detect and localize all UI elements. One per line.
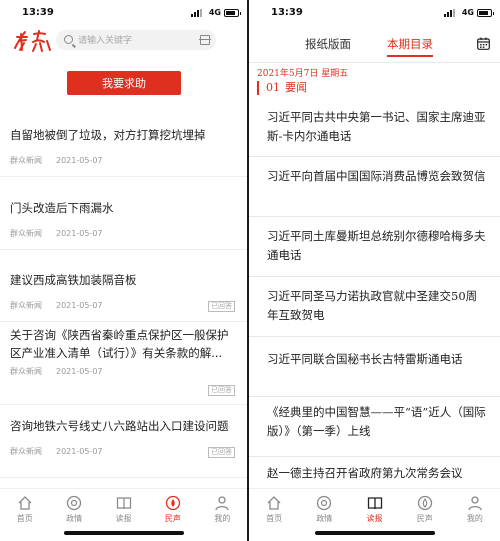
home-icon — [18, 496, 32, 510]
profile-icon — [215, 496, 229, 511]
tab-label: 首页 — [266, 514, 283, 523]
signal-icon — [191, 9, 205, 17]
battery-icon — [224, 9, 241, 17]
network-label: 4G — [461, 8, 474, 17]
issue-date: 2021年5月7日 星期五 — [257, 69, 349, 79]
news-title: 关于咨询《陕西省秦岭重点保护区一般保护区产业准入清单（试行）》有关条款的解... — [10, 328, 229, 360]
news-source: 群众新闻 — [10, 229, 42, 238]
home-indicator[interactable] — [314, 531, 435, 535]
tab-label: 民声 — [416, 514, 433, 523]
search-bar[interactable] — [56, 30, 216, 50]
search-icon — [64, 35, 73, 44]
news-title: 咨询地铁六号线丈八六路站出入口建设问题 — [10, 419, 229, 433]
news-item[interactable]: 关于咨询《陕西省秦岭重点保护区一般保护区产业准入清单（试行）》有关条款的解...… — [0, 322, 247, 405]
news-date: 2021-05-07 — [56, 156, 103, 165]
news-date: 2021-05-07 — [56, 301, 103, 310]
tab-label: 首页 — [16, 514, 33, 523]
home-icon — [267, 496, 281, 510]
news-item[interactable]: 咨询地铁六号线丈八六路站出入口建设问题 群众新闻 2021-05-07 已回答 — [0, 405, 247, 478]
section-name: 要闻 — [285, 81, 307, 94]
ask-for-help-button[interactable]: 我要求助 — [67, 71, 181, 95]
article-item[interactable]: 赵一德主持召开省政府第九次常务会议 — [249, 457, 500, 492]
article-item[interactable]: 习近平同古共中央第一书记、国家主席迪亚斯-卡内尔通电话 — [249, 97, 500, 157]
news-item[interactable]: 自留地被倒了垃圾，对方打算挖坑埋掉 群众新闻 2021-05-07 — [0, 104, 247, 177]
signal-icon — [444, 9, 458, 17]
newspaper-icon — [116, 497, 131, 510]
answered-badge: 已回答 — [208, 385, 235, 396]
article-item[interactable]: 习近平向首届中国国际消费品博览会致贺信 — [249, 157, 500, 217]
voice-icon — [165, 495, 181, 511]
article-item[interactable]: 《经典里的中国智慧——平“语”近人（国际版）》（第一季）上线 — [249, 397, 500, 457]
article-item[interactable]: 习近平同联合国秘书长古特雷斯通电话 — [249, 337, 500, 397]
news-meta: 群众新闻 2021-05-07 — [10, 366, 237, 380]
news-item[interactable]: 门头改造后下雨漏水 群众新闻 2021-05-07 — [0, 177, 247, 250]
status-bar: 13:39 4G — [0, 0, 247, 26]
tab-label: 政情 — [316, 514, 333, 523]
profile-icon — [468, 496, 482, 511]
section-number: 01 — [266, 81, 280, 94]
tab-label: 我的 — [214, 514, 231, 523]
voice-icon — [417, 495, 432, 511]
article-item[interactable]: 习近平同圣马力诺执政官就中圣建交50周年互致贺电 — [249, 277, 500, 337]
news-meta: 群众新闻 2021-05-07 — [10, 155, 237, 169]
search-input[interactable] — [78, 32, 188, 48]
news-source: 群众新闻 — [10, 301, 42, 310]
tab-label: 我的 — [466, 514, 483, 523]
tab-issue-contents[interactable]: 本期目录 — [387, 36, 433, 57]
network-label: 4G — [208, 8, 221, 17]
article-item[interactable]: 习近平同土库曼斯坦总统别尔德穆哈梅多夫通电话 — [249, 217, 500, 277]
status-time: 13:39 — [271, 7, 303, 18]
calendar-icon[interactable] — [477, 37, 490, 50]
section-heading[interactable]: 01 要闻 — [257, 81, 307, 95]
news-list: 自留地被倒了垃圾，对方打算挖坑埋掉 群众新闻 2021-05-07 门头改造后下雨… — [0, 104, 247, 478]
news-meta: 群众新闻 2021-05-07 — [10, 228, 237, 242]
paper-tabs: 报纸版面 本期目录 — [249, 36, 500, 58]
news-source: 群众新闻 — [10, 367, 42, 376]
news-meta: 群众新闻 2021-05-07 — [10, 300, 237, 314]
news-title: 门头改造后下雨漏水 — [10, 201, 114, 215]
battery-icon — [477, 9, 494, 17]
answered-badge: 已回答 — [208, 447, 235, 458]
politics-icon — [317, 495, 332, 511]
status-bar: 13:39 4G — [249, 0, 500, 26]
newspaper-icon — [367, 497, 382, 510]
news-source: 群众新闻 — [10, 447, 42, 456]
article-list: 习近平同古共中央第一书记、国家主席迪亚斯-卡内尔通电话 习近平向首届中国国际消费… — [249, 97, 500, 492]
news-meta: 群众新闻 2021-05-07 — [10, 446, 237, 460]
tab-profile[interactable]: 我的 — [198, 489, 247, 541]
tab-profile[interactable]: 我的 — [450, 489, 500, 541]
news-title: 自留地被倒了垃圾，对方打算挖坑埋掉 — [10, 128, 206, 142]
tab-label: 民声 — [164, 514, 181, 523]
tab-home[interactable]: 首页 — [0, 489, 49, 541]
tab-label: 读报 — [115, 514, 132, 523]
left-phone-screen: 13:39 4G 我要求助 自留地被倒了垃圾，对方打算挖坑埋掉 群众新闻 2021… — [0, 0, 247, 541]
tab-label: 政情 — [66, 514, 83, 523]
news-date: 2021-05-07 — [56, 229, 103, 238]
answered-badge: 已回答 — [208, 301, 235, 312]
header-divider — [249, 62, 500, 63]
news-source: 群众新闻 — [10, 156, 42, 165]
home-indicator[interactable] — [63, 531, 184, 535]
news-date: 2021-05-07 — [56, 367, 103, 376]
status-time: 13:39 — [22, 7, 54, 18]
tab-page-layout[interactable]: 报纸版面 — [305, 36, 351, 52]
news-date: 2021-05-07 — [56, 447, 103, 456]
news-title: 建议西成高铁加装隔音板 — [10, 273, 137, 287]
tab-home[interactable]: 首页 — [249, 489, 299, 541]
politics-icon — [66, 495, 82, 511]
tab-label: 读报 — [366, 514, 383, 523]
scan-icon[interactable] — [199, 35, 211, 45]
qunzhong-logo — [14, 30, 51, 52]
right-phone-screen: 13:39 4G 报纸版面 本期目录 2021年5月7日 星期五 01 要闻 习近… — [249, 0, 500, 541]
news-item[interactable]: 建议西成高铁加装隔音板 群众新闻 2021-05-07 已回答 — [0, 250, 247, 322]
